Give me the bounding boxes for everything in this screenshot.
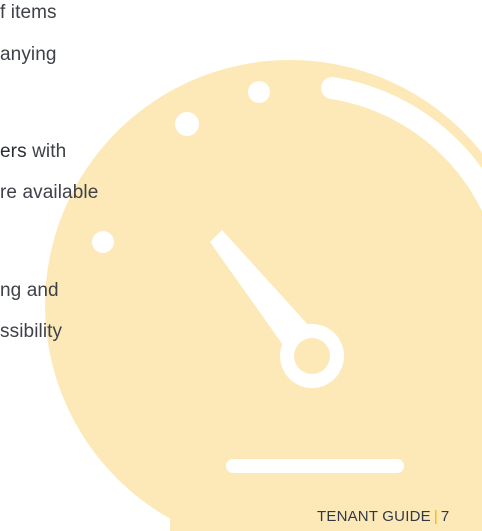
body-text-line: re available bbox=[0, 182, 99, 203]
speedometer-icon bbox=[45, 60, 482, 531]
body-text-line: anying bbox=[0, 44, 57, 65]
gauge-tick-dot bbox=[248, 81, 270, 103]
gauge-hub-inner bbox=[294, 338, 330, 374]
footer-label: TENANT GUIDE bbox=[317, 508, 431, 525]
footer-separator: | bbox=[433, 508, 438, 525]
body-text-fragment: with bbox=[32, 141, 67, 162]
gauge-tick-dot bbox=[175, 112, 199, 136]
page: f items anying ers with re available ng … bbox=[0, 0, 482, 531]
body-text-line: f items bbox=[0, 2, 57, 23]
body-text-line: ng and bbox=[0, 280, 59, 301]
body-text-line: ers with bbox=[0, 140, 66, 164]
gauge-tick-dot bbox=[92, 231, 114, 253]
body-text-line: ssibility bbox=[0, 321, 63, 342]
page-footer: TENANT GUIDE | 7 bbox=[317, 508, 449, 526]
emphasis-text: ers bbox=[0, 141, 27, 162]
page-number: 7 bbox=[440, 508, 450, 525]
